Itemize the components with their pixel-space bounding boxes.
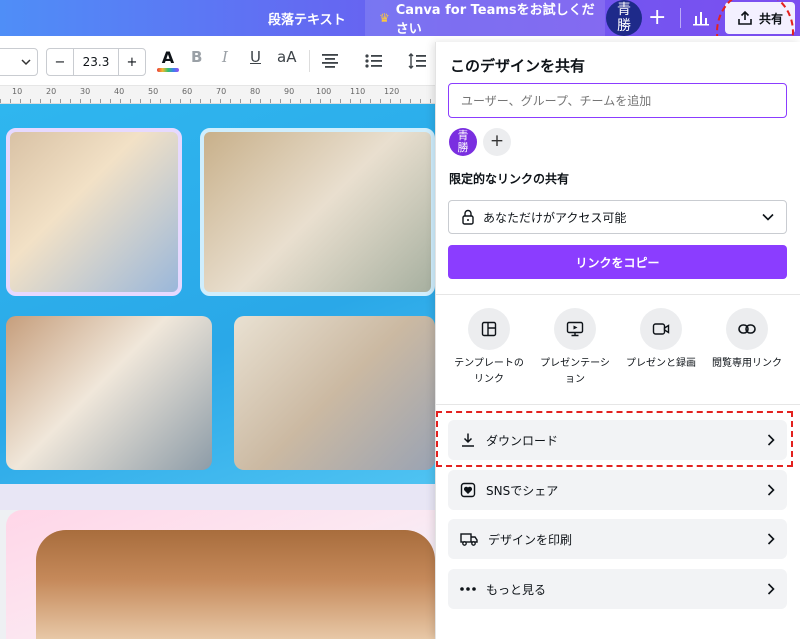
presentation-label: プレゼンテーシ ョン [540,358,610,385]
divider [436,294,800,295]
toolbar-divider [309,50,310,72]
ruler-mark: 10 [12,87,23,96]
avatar[interactable]: 青 勝 [449,128,477,156]
add-people-button[interactable]: + [483,128,511,156]
font-select[interactable] [0,48,38,76]
link-access-select[interactable]: あなただけがアクセス可能 [448,200,787,234]
try-teams-button[interactable]: ♛ Canva for Teamsをお試しください [365,0,605,37]
decrease-size-button[interactable]: − [47,49,73,75]
stats-icon[interactable] [692,10,710,26]
link-section-label: 限定的なリンクの共有 [449,172,570,186]
presentation-option[interactable]: プレゼンテーシ ョン [530,308,620,388]
truck-icon [460,533,478,546]
lock-icon [462,209,474,225]
page-gap [0,484,435,510]
teams-label: Canva for Teamsをお試しください [395,3,595,37]
link-access-value: あなただけがアクセス可能 [483,210,627,225]
line-spacing-icon[interactable] [408,53,426,69]
ruler-mark: 50 [148,87,159,96]
text-color-letter: A [161,48,175,67]
share-sns-label: SNSでシェア [486,483,559,498]
divider [680,8,681,28]
copy-link-button[interactable]: リンクをコピー [448,245,787,279]
italic-button[interactable]: I [222,48,228,66]
ruler-mark: 80 [250,87,261,96]
top-bar: 段落テキスト ♛ Canva for Teamsをお試しください 青 勝 + 共… [0,0,800,37]
avatar[interactable]: 青 勝 [606,0,642,36]
ruler-mark: 70 [216,87,227,96]
photo-lunch-line[interactable] [234,316,435,470]
present-and-record-option[interactable]: プレゼンと録画 [616,308,706,372]
heart-icon [460,482,476,498]
underline-button[interactable]: U [250,48,261,66]
add-people-input[interactable] [448,83,787,118]
paragraph-text-label[interactable]: 段落テキスト [268,9,346,28]
record-icon [640,308,682,350]
chevron-down-icon [21,59,31,66]
template-link-label: テンプレートの リンク [454,358,524,385]
bold-button[interactable]: B [191,48,202,66]
template-icon [468,308,510,350]
presentation-icon [554,308,596,350]
view-only-link-label: 閲覧専用リンク [712,358,782,369]
crown-icon: ♛ [379,11,390,25]
ruler-mark: 110 [350,87,366,96]
slide-page-1[interactable] [0,104,435,484]
chevron-down-icon [762,213,774,221]
color-bar [157,68,179,72]
ruler-mark: 40 [114,87,125,96]
add-collaborator-button[interactable]: + [648,5,666,30]
photo-children-at-table[interactable] [6,316,212,470]
bullet-list-icon[interactable] [365,54,383,68]
ruler-mark: 120 [384,87,400,96]
ruler-mark: 60 [182,87,193,96]
ruler-mark: 100 [316,87,332,96]
template-link-option[interactable]: テンプレートの リンク [444,308,534,388]
more-icon [460,587,476,591]
ruler-mark: 20 [46,87,57,96]
design-canvas[interactable] [0,104,435,639]
slide-page-2[interactable] [6,510,435,639]
divider [436,404,800,405]
highlight-rect [436,411,793,467]
share-panel: このデザインを共有 青 勝 + 限定的なリンクの共有 あなただけがアクセス可能 … [435,42,800,639]
chevron-right-icon [767,583,775,595]
print-design-row[interactable]: デザインを印刷 [448,519,787,559]
present-and-record-label: プレゼンと録画 [626,358,696,369]
increase-size-button[interactable]: + [119,49,145,75]
print-design-label: デザインを印刷 [488,532,573,547]
photo-child-eating[interactable] [6,128,182,296]
view-only-link-option[interactable]: 閲覧専用リンク [702,308,792,372]
photo-children-carrying-plates[interactable] [200,128,435,296]
ruler: 10 20 30 40 50 60 70 80 90 100 110 120 [0,86,435,104]
share-panel-title: このデザインを共有 [450,57,586,75]
case-button[interactable]: aA [277,48,296,66]
share-sns-row[interactable]: SNSでシェア [448,470,787,510]
link-icon [726,308,768,350]
ruler-mark: 90 [284,87,295,96]
font-size-stepper: − 23.3 + [46,48,146,76]
align-center-icon[interactable] [321,54,339,68]
see-more-row[interactable]: もっと見る [448,569,787,609]
chevron-right-icon [767,533,775,545]
ruler-mark: 30 [80,87,91,96]
see-more-label: もっと見る [486,582,547,597]
text-color-button[interactable]: A [157,48,179,72]
photo-children-shouting[interactable] [36,530,435,639]
chevron-right-icon [767,484,775,496]
font-size-input[interactable]: 23.3 [73,49,119,75]
